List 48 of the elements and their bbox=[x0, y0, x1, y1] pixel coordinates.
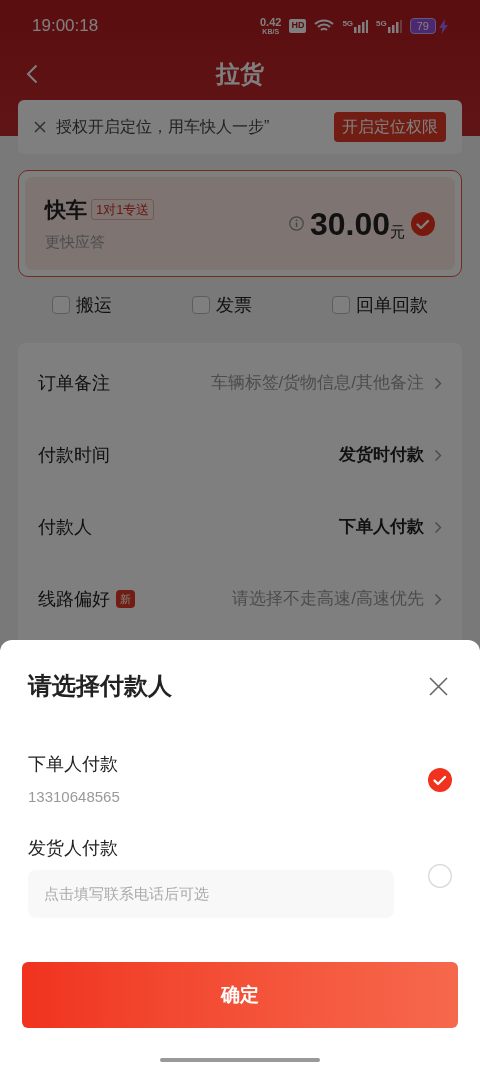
wifi-icon bbox=[314, 19, 335, 33]
hd-badge: HD bbox=[289, 19, 307, 33]
chevron-right-icon bbox=[434, 520, 442, 534]
option-label: 付款人 bbox=[38, 515, 92, 539]
option-label: 付款时间 bbox=[38, 443, 110, 467]
extra-service-checkbox[interactable]: 搬运 bbox=[52, 291, 112, 319]
extra-service-checkbox[interactable]: 回单回款 bbox=[332, 291, 428, 319]
phone-input-field[interactable]: 点击填写联系电话后可选 bbox=[28, 869, 394, 918]
option-row[interactable]: 付款时间 发货时付款 bbox=[18, 419, 462, 491]
info-icon[interactable] bbox=[288, 216, 304, 231]
vehicle-name: 快车 bbox=[45, 196, 87, 223]
sheet-title: 请选择付款人 bbox=[28, 671, 172, 701]
enable-location-button[interactable]: 开启定位权限 bbox=[334, 112, 446, 142]
payer-phone: 13310648565 bbox=[28, 787, 121, 808]
close-icon[interactable] bbox=[429, 676, 448, 696]
extra-service-checkbox[interactable]: 发票 bbox=[192, 291, 252, 319]
charging-icon bbox=[439, 18, 448, 34]
option-label: 订单备注 bbox=[38, 371, 110, 395]
net-speed: 0.42 bbox=[260, 17, 282, 28]
close-icon[interactable] bbox=[34, 121, 46, 133]
chevron-right-icon bbox=[434, 592, 442, 606]
clock: 19:00:18 bbox=[32, 15, 99, 38]
confirm-button[interactable]: 确定 bbox=[22, 962, 458, 1028]
price-unit: 元 bbox=[390, 222, 405, 242]
network-type: 5G bbox=[376, 19, 387, 28]
payer-label: 发货人付款 bbox=[28, 836, 119, 860]
payer-radio[interactable] bbox=[428, 768, 452, 792]
option-row[interactable]: 付款人 下单人付款 bbox=[18, 491, 462, 563]
chevron-right-icon bbox=[434, 448, 442, 462]
option-label: 线路偏好 bbox=[38, 587, 110, 611]
battery-level: 79 bbox=[409, 18, 436, 34]
new-badge: 新 bbox=[116, 590, 135, 608]
back-icon[interactable] bbox=[26, 64, 38, 84]
payer-radio[interactable] bbox=[428, 864, 452, 888]
network-type: 5G bbox=[342, 19, 354, 28]
banner-text: 授权开启定位，用车快人一步” bbox=[56, 117, 270, 137]
payer-option[interactable]: 发货人付款 点击填写联系电话后可选 bbox=[22, 828, 458, 924]
price: 30.00 bbox=[309, 204, 390, 244]
service-tag: 1对1专送 bbox=[91, 198, 155, 220]
signal-icon bbox=[387, 19, 402, 33]
payer-option[interactable]: 下单人付款 13310648565 bbox=[22, 732, 458, 828]
signal-icon bbox=[354, 19, 369, 33]
vehicle-check-icon[interactable] bbox=[411, 211, 435, 236]
option-value: 发货时付款 bbox=[339, 444, 424, 467]
page-title: 拉货 bbox=[216, 59, 264, 89]
chevron-right-icon bbox=[434, 376, 442, 390]
payer-label: 下单人付款 bbox=[28, 753, 119, 777]
option-value: 下单人付款 bbox=[339, 516, 424, 539]
